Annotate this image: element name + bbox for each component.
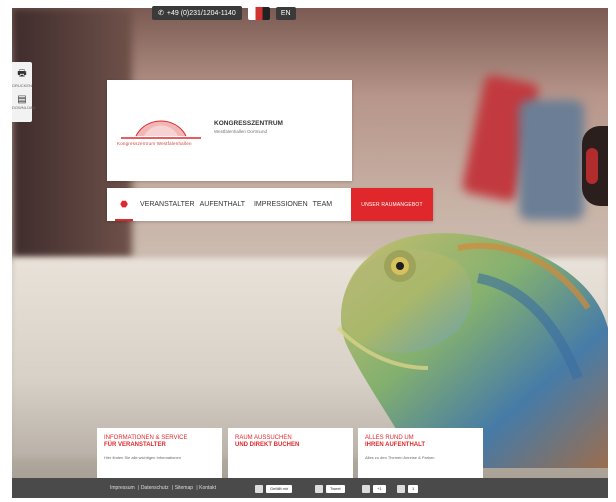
card-title-line1: RAUM AUSSUCHEN bbox=[235, 435, 292, 441]
footer: Impressum | Datenschutz | Sitemap | Kont… bbox=[12, 478, 608, 498]
phone-button[interactable]: ✆ +49 (0)231/1204-1140 bbox=[152, 6, 242, 20]
phone-icon: ✆ bbox=[158, 10, 164, 17]
footer-link-kontakt[interactable]: Kontakt bbox=[199, 485, 216, 491]
print-button[interactable]: 🖶 DRUCKEN bbox=[12, 62, 32, 90]
camera-object bbox=[582, 126, 608, 206]
info-card-organizers[interactable]: INFORMATIONEN & SERVICE FÜR VERANSTALTER… bbox=[97, 428, 222, 478]
card-text: Hier finden Sie alle wichtigen Informati… bbox=[104, 455, 181, 460]
card-title-line1: ALLES RUND UM bbox=[365, 435, 414, 441]
card-title-line2: FÜR VERANSTALTER bbox=[104, 442, 166, 448]
top-contact-bar: ✆ +49 (0)231/1204-1140 EN bbox=[152, 4, 296, 22]
info-card-stay[interactable]: ALLES RUND UM IHREN AUFENTHALT Alles zu … bbox=[358, 428, 483, 478]
card-title-line1: INFORMATIONEN & SERVICE bbox=[104, 435, 188, 441]
print-label: DRUCKEN bbox=[12, 83, 32, 88]
plus-icon bbox=[362, 485, 370, 493]
brand-header: Kongresszentrum Westfalenhallen KONGRESS… bbox=[107, 80, 352, 181]
side-tools: 🖶 DRUCKEN ▤ DOWNLOAD bbox=[12, 62, 36, 122]
pdf-label: DOWNLOAD bbox=[12, 105, 36, 110]
footer-links: Impressum | Datenschutz | Sitemap | Kont… bbox=[110, 485, 217, 491]
card-title-line2: UND DIREKT BUCHEN bbox=[235, 442, 300, 448]
print-icon: 🖶 bbox=[17, 68, 27, 79]
like-button[interactable]: Gefällt mir bbox=[266, 485, 293, 493]
logo-icon[interactable] bbox=[116, 110, 206, 142]
share-button[interactable]: 1 bbox=[408, 485, 419, 493]
nav-item-team[interactable]: TEAM bbox=[313, 201, 332, 208]
pdf-button[interactable]: ▤ DOWNLOAD bbox=[12, 90, 36, 118]
card-text: Alles zu den Themen Anreise & Parken bbox=[365, 455, 435, 460]
social-google[interactable]: +1 bbox=[362, 485, 386, 493]
footer-link-impressum[interactable]: Impressum bbox=[110, 485, 135, 491]
footer-link-sitemap[interactable]: Sitemap bbox=[175, 485, 193, 491]
nav-item-veranstalter[interactable]: VERANSTALTER bbox=[140, 201, 195, 208]
nav-item-aufenthalt[interactable]: AUFENTHALT bbox=[200, 201, 245, 208]
share-icon bbox=[397, 485, 405, 493]
info-card-booking[interactable]: RAUM AUSSUCHEN UND DIREKT BUCHEN bbox=[228, 428, 353, 478]
background-blue-pillow bbox=[519, 100, 584, 220]
phone-number: +49 (0)231/1204-1140 bbox=[166, 9, 236, 17]
language-switch[interactable]: EN bbox=[275, 6, 296, 20]
brand-subtitle: Westfalenhallen Dortmund bbox=[214, 129, 267, 134]
room-offer-button[interactable]: UNSER RAUMANGEBOT bbox=[351, 188, 433, 221]
logo-caption: Kongresszentrum Westfalenhallen bbox=[117, 141, 192, 146]
pdf-icon: ▤ bbox=[17, 94, 27, 105]
social-facebook[interactable]: Gefällt mir bbox=[255, 485, 293, 493]
plusone-button[interactable]: +1 bbox=[373, 485, 386, 493]
nav-item-impressionen[interactable]: IMPRESSIONEN bbox=[254, 201, 308, 208]
footer-link-datenschutz[interactable]: Datenschutz bbox=[141, 485, 169, 491]
card-title-line2: IHREN AUFENTHALT bbox=[365, 442, 425, 448]
tweet-button[interactable]: Tweet bbox=[326, 485, 345, 493]
social-twitter[interactable]: Tweet bbox=[315, 485, 345, 493]
thumbs-up-icon bbox=[255, 485, 263, 493]
bird-icon bbox=[315, 485, 323, 493]
social-share[interactable]: 1 bbox=[397, 485, 419, 493]
brand-title: KONGRESSZENTRUM bbox=[214, 120, 283, 127]
home-icon[interactable]: ⬣ bbox=[113, 188, 135, 221]
main-navigation: ⬣ VERANSTALTER AUFENTHALT IMPRESSIONEN T… bbox=[107, 188, 433, 221]
language-flag-icon[interactable] bbox=[247, 6, 270, 20]
